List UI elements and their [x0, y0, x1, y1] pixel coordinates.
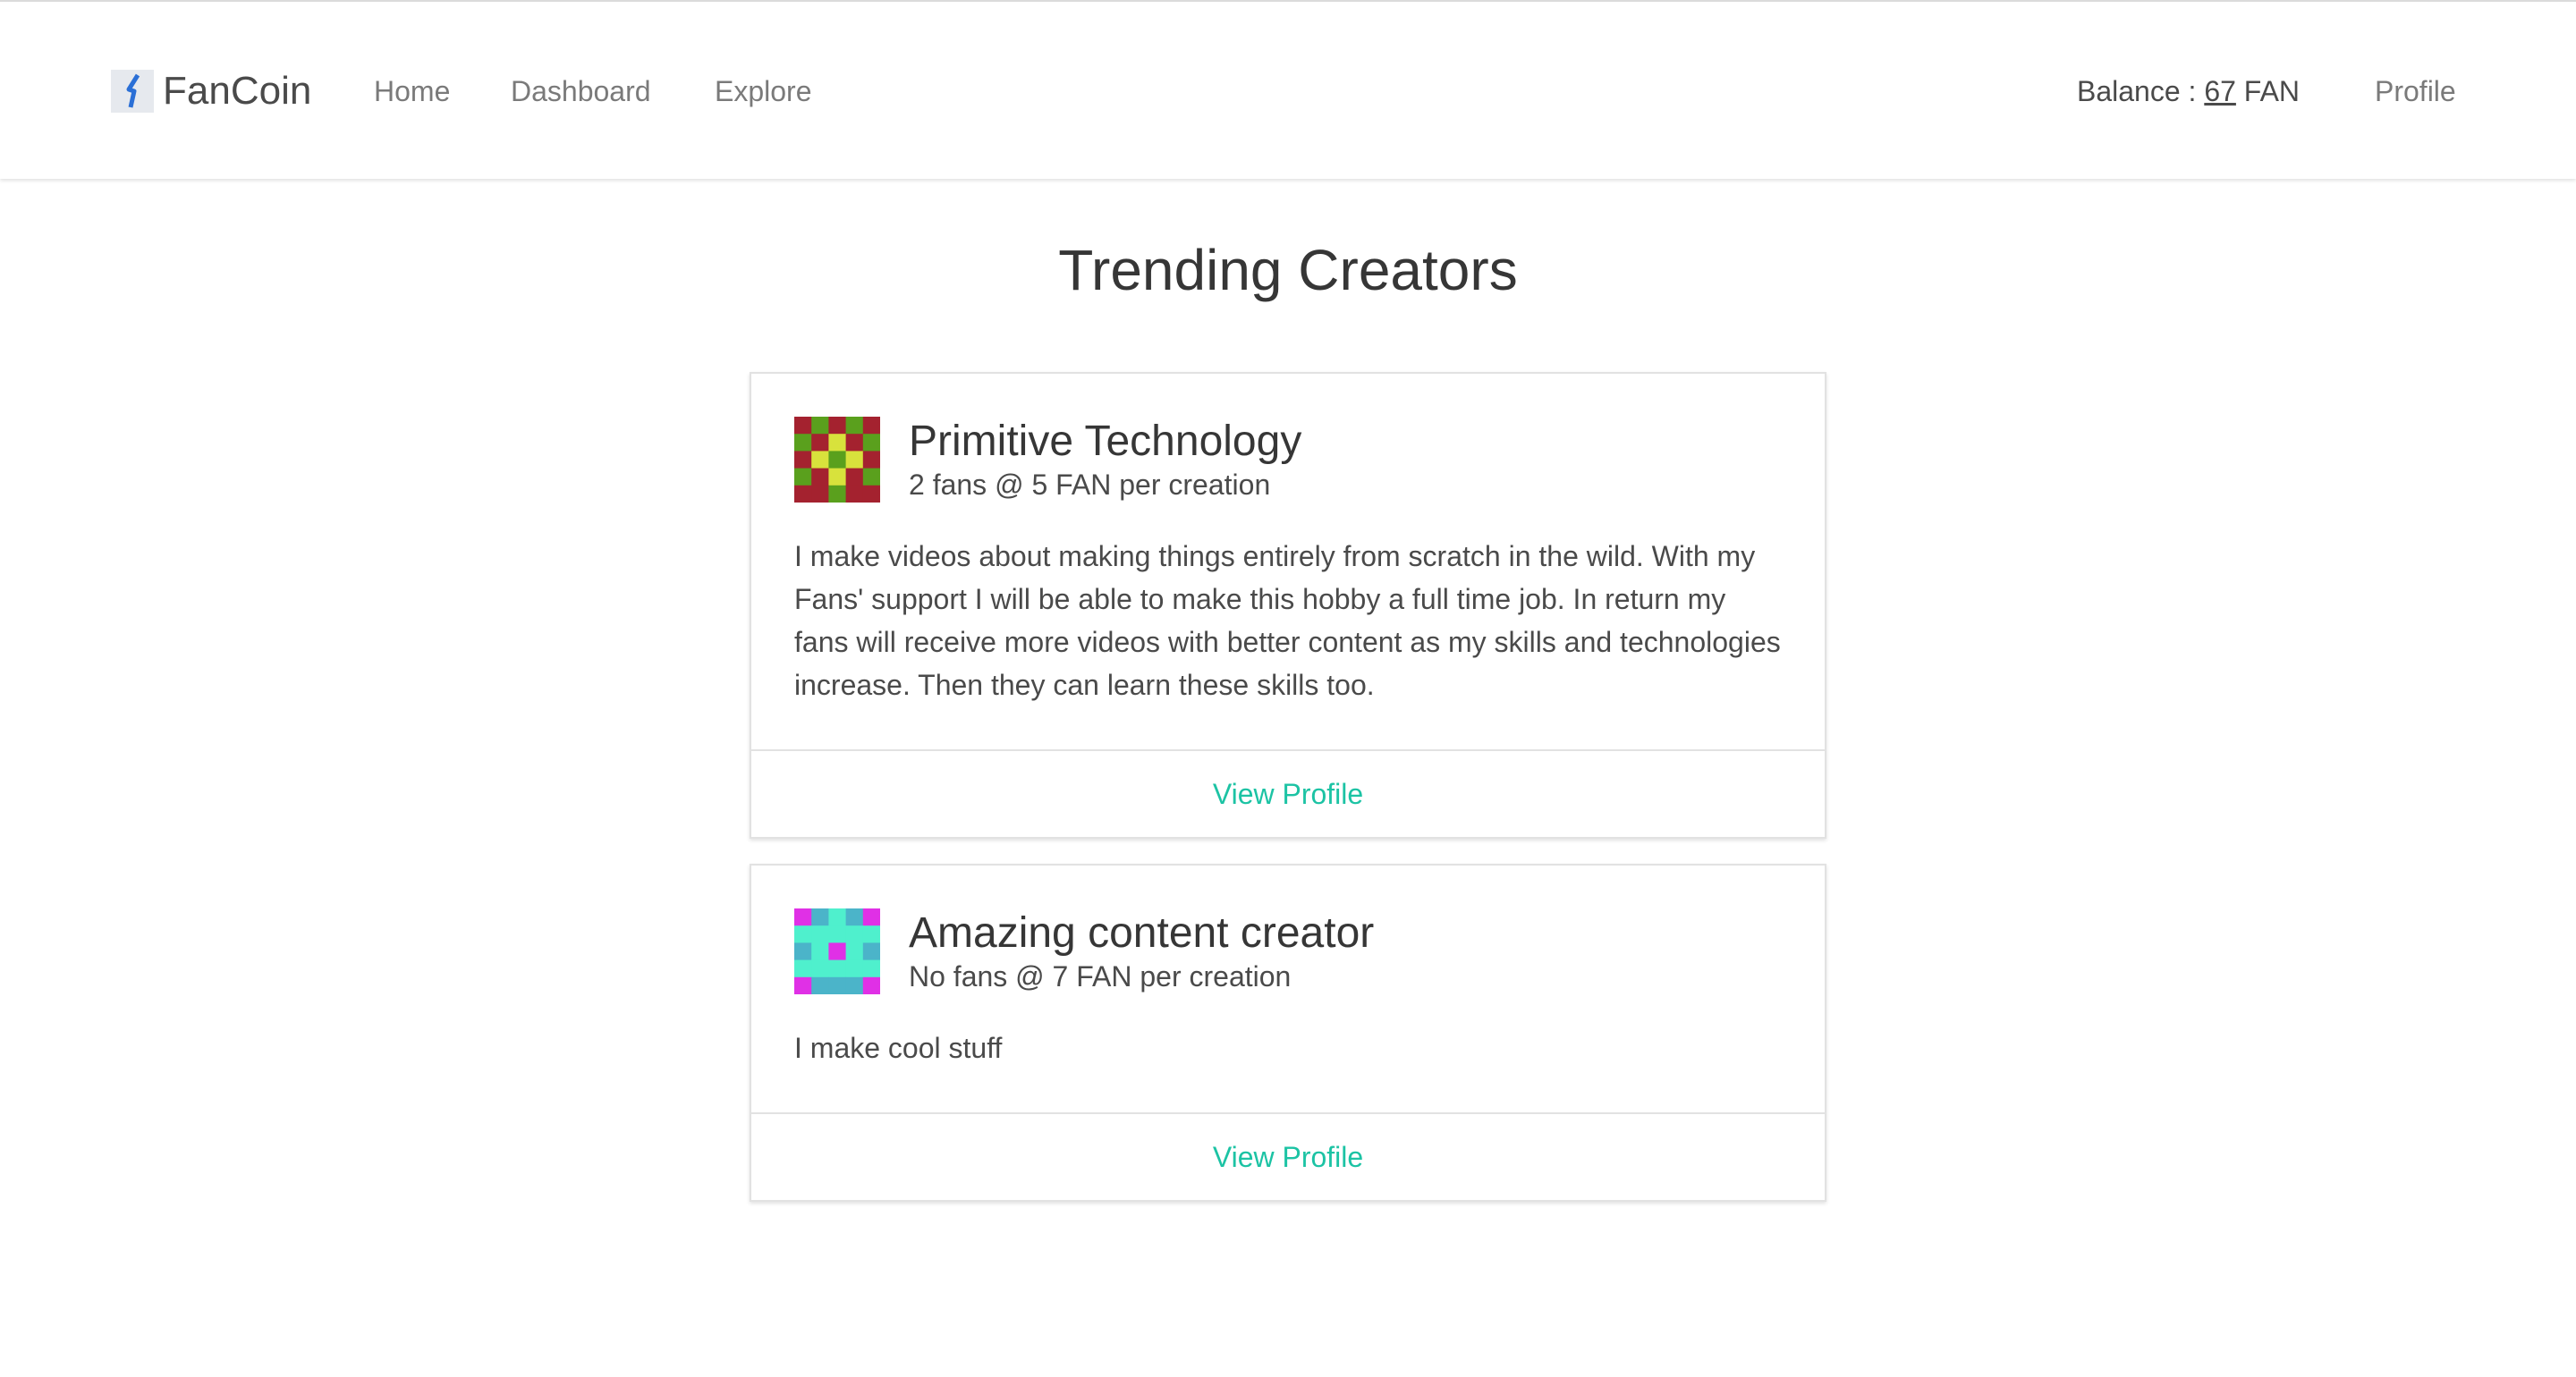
creator-name: Amazing content creator	[909, 909, 1375, 957]
creator-bio: I make cool stuff	[794, 1032, 1003, 1064]
fancoin-logo-icon	[111, 70, 154, 113]
nav-dashboard-link[interactable]: Dashboard	[511, 73, 651, 109]
card-content: Amazing content creator No fans @ 7 FAN …	[751, 866, 1825, 1112]
creator-header: Primitive Technology 2 fans @ 5 FAN per …	[794, 417, 1782, 503]
card-content: Primitive Technology 2 fans @ 5 FAN per …	[751, 374, 1825, 749]
creator-fans-price: 2 fans @ 5 FAN per creation	[909, 469, 1271, 501]
creator-card: Amazing content creator No fans @ 7 FAN …	[750, 864, 1826, 1202]
creator-name: Primitive Technology	[909, 418, 1302, 465]
balance-label: Balance :	[2077, 75, 2205, 107]
brand[interactable]: FanCoin	[111, 70, 311, 113]
nav-explore-link[interactable]: Explore	[715, 73, 812, 109]
view-profile-link[interactable]: View Profile	[1213, 1141, 1363, 1174]
balance-unit: FAN	[2235, 75, 2301, 107]
nav-profile-link[interactable]: Profile	[2375, 73, 2456, 109]
view-profile-link[interactable]: View Profile	[1213, 778, 1363, 811]
creator-card: Primitive Technology 2 fans @ 5 FAN per …	[750, 372, 1826, 839]
card-footer: View Profile	[751, 749, 1825, 837]
creator-bio: I make videos about making things entire…	[794, 540, 1781, 701]
top-navbar: FanCoin Home Dashboard Explore Balance :…	[0, 0, 2576, 179]
creator-fans-price: No fans @ 7 FAN per creation	[909, 960, 1292, 993]
nav-home-link[interactable]: Home	[374, 73, 450, 109]
balance-amount[interactable]: 67	[2204, 75, 2236, 107]
page-title: Trending Creators	[1058, 238, 1518, 302]
creator-avatar	[794, 417, 880, 503]
card-footer: View Profile	[751, 1112, 1825, 1200]
brand-name: FanCoin	[163, 69, 312, 113]
creator-avatar	[794, 908, 880, 994]
creator-header: Amazing content creator No fans @ 7 FAN …	[794, 908, 1782, 994]
balance-display: Balance : 67 FAN	[2077, 73, 2300, 109]
